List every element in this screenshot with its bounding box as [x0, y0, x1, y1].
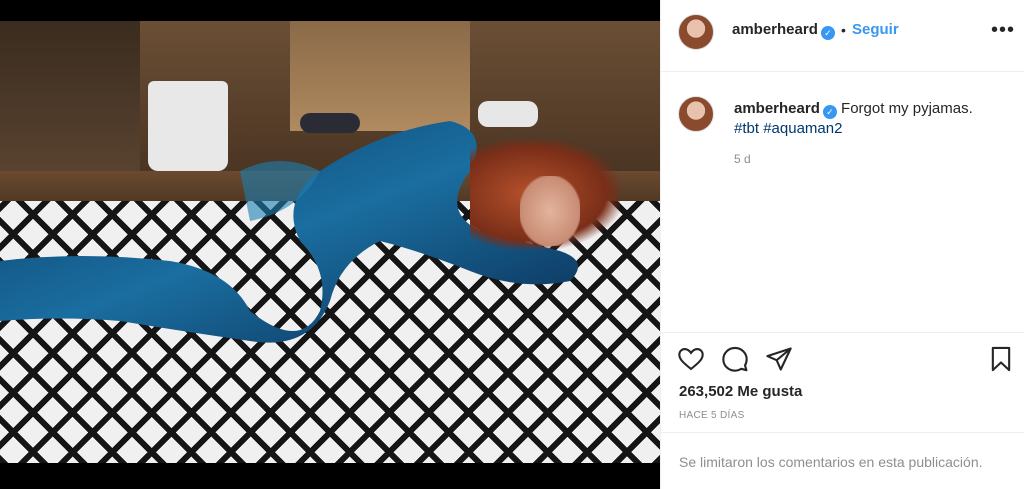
comment-icon[interactable] — [721, 345, 749, 373]
caption-avatar[interactable] — [678, 96, 714, 132]
post-caption: amberheard ✓ Forgot my pyjamas. #tbt #aqu… — [734, 99, 1004, 139]
bookmark-icon[interactable] — [987, 345, 1015, 373]
header-separator: • — [841, 22, 846, 38]
caption-section: amberheard ✓ Forgot my pyjamas. #tbt #aqu… — [661, 72, 1024, 332]
hashtag-link[interactable]: #tbt — [734, 120, 759, 137]
author-username-text[interactable]: amberheard — [732, 21, 818, 38]
heart-icon[interactable] — [677, 345, 705, 373]
verified-badge-icon: ✓ — [822, 105, 837, 119]
comments-disabled-text: Se limitaron los comentarios en esta pub… — [679, 454, 983, 470]
post-timestamp[interactable]: HACE 5 DÍAS — [679, 410, 745, 421]
comments-disabled-notice: Se limitaron los comentarios en esta pub… — [661, 432, 1024, 489]
photo-face — [520, 176, 580, 246]
post-sidebar: amberheard ✓ • Seguir ••• amberheard ✓ For… — [660, 0, 1024, 489]
author-username[interactable]: amberheard ✓ — [732, 21, 835, 40]
like-count[interactable]: 263,502 Me gusta — [679, 383, 802, 400]
caption-age: 5 d — [734, 152, 751, 166]
verified-badge-icon: ✓ — [820, 26, 835, 40]
post-header: amberheard ✓ • Seguir ••• — [661, 0, 1024, 72]
post-photo[interactable] — [0, 21, 660, 463]
author-avatar[interactable] — [678, 14, 714, 50]
follow-button[interactable]: Seguir — [852, 21, 899, 38]
post-actions: 263,502 Me gusta HACE 5 DÍAS Se limitaro… — [661, 332, 1024, 489]
more-options-icon[interactable]: ••• — [991, 20, 1015, 40]
paper-plane-icon[interactable] — [765, 345, 793, 373]
post-media[interactable] — [0, 0, 660, 489]
hashtag-link[interactable]: #aquaman2 — [763, 120, 842, 137]
caption-username[interactable]: amberheard — [734, 100, 820, 117]
caption-text: Forgot my pyjamas. — [841, 100, 973, 117]
